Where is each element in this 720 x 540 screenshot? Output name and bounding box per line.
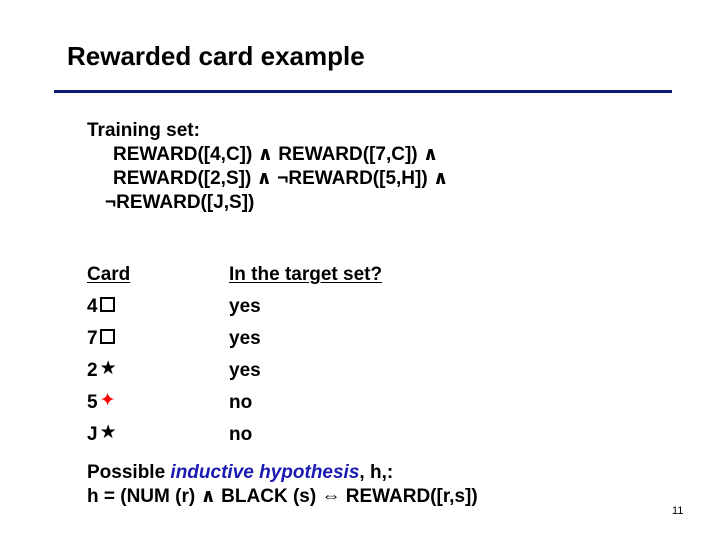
target-set-value: yes (229, 360, 261, 381)
inductive-hypothesis-emphasis: inductive hypothesis (170, 462, 360, 483)
hypothesis-label: Possible inductive hypothesis, h,: (87, 461, 393, 485)
target-set-value: yes (229, 328, 261, 349)
heart-star-icon: ✦ (99, 390, 116, 412)
title-divider (54, 90, 672, 93)
spade-star-icon: ★ (99, 422, 117, 444)
clubs-box-icon (99, 329, 115, 345)
card-rank: 7 (87, 328, 98, 349)
clubs-box-icon (99, 297, 115, 313)
card-rank: 5 (87, 392, 98, 413)
training-formula-line-3: ¬REWARD([J,S]) (105, 192, 255, 213)
training-set-label: Training set: (87, 120, 200, 141)
target-set-column: In the target set? yes yes yes no no (229, 259, 382, 451)
training-formula-line-2: REWARD([2,S]) ∧ ¬REWARD([5,H]) ∧ (113, 168, 449, 189)
training-formula-line-1: REWARD([4,C]) ∧ REWARD([7,C]) ∧ (113, 144, 439, 165)
target-set-column-header: In the target set? (229, 264, 383, 285)
target-set-value: no (229, 424, 253, 445)
page-number: 11 (672, 505, 684, 517)
card-row: J ★ (87, 419, 130, 451)
slide-title: Rewarded card example (67, 41, 365, 71)
card-row: 4 (87, 291, 130, 323)
hypothesis-suffix: , h,: (359, 462, 394, 483)
spade-star-icon: ★ (99, 358, 117, 380)
target-set-value: yes (229, 296, 261, 317)
card-row: 5 ✦ (87, 387, 130, 419)
card-column-header: Card (87, 264, 131, 285)
target-set-value: no (229, 392, 253, 413)
hypothesis-prefix: Possible (87, 462, 171, 483)
card-column: Card 4 7 2 ★ 5 ✦ J ★ (87, 259, 130, 451)
card-rank: 4 (87, 296, 98, 317)
card-rank: 2 (87, 360, 98, 381)
card-row: 2 ★ (87, 355, 130, 387)
card-rank: J (87, 424, 98, 445)
hypothesis-formula: h = (NUM (r) ∧ BLACK (s) ⇔ REWARD([r,s]) (87, 486, 478, 507)
card-row: 7 (87, 323, 130, 355)
